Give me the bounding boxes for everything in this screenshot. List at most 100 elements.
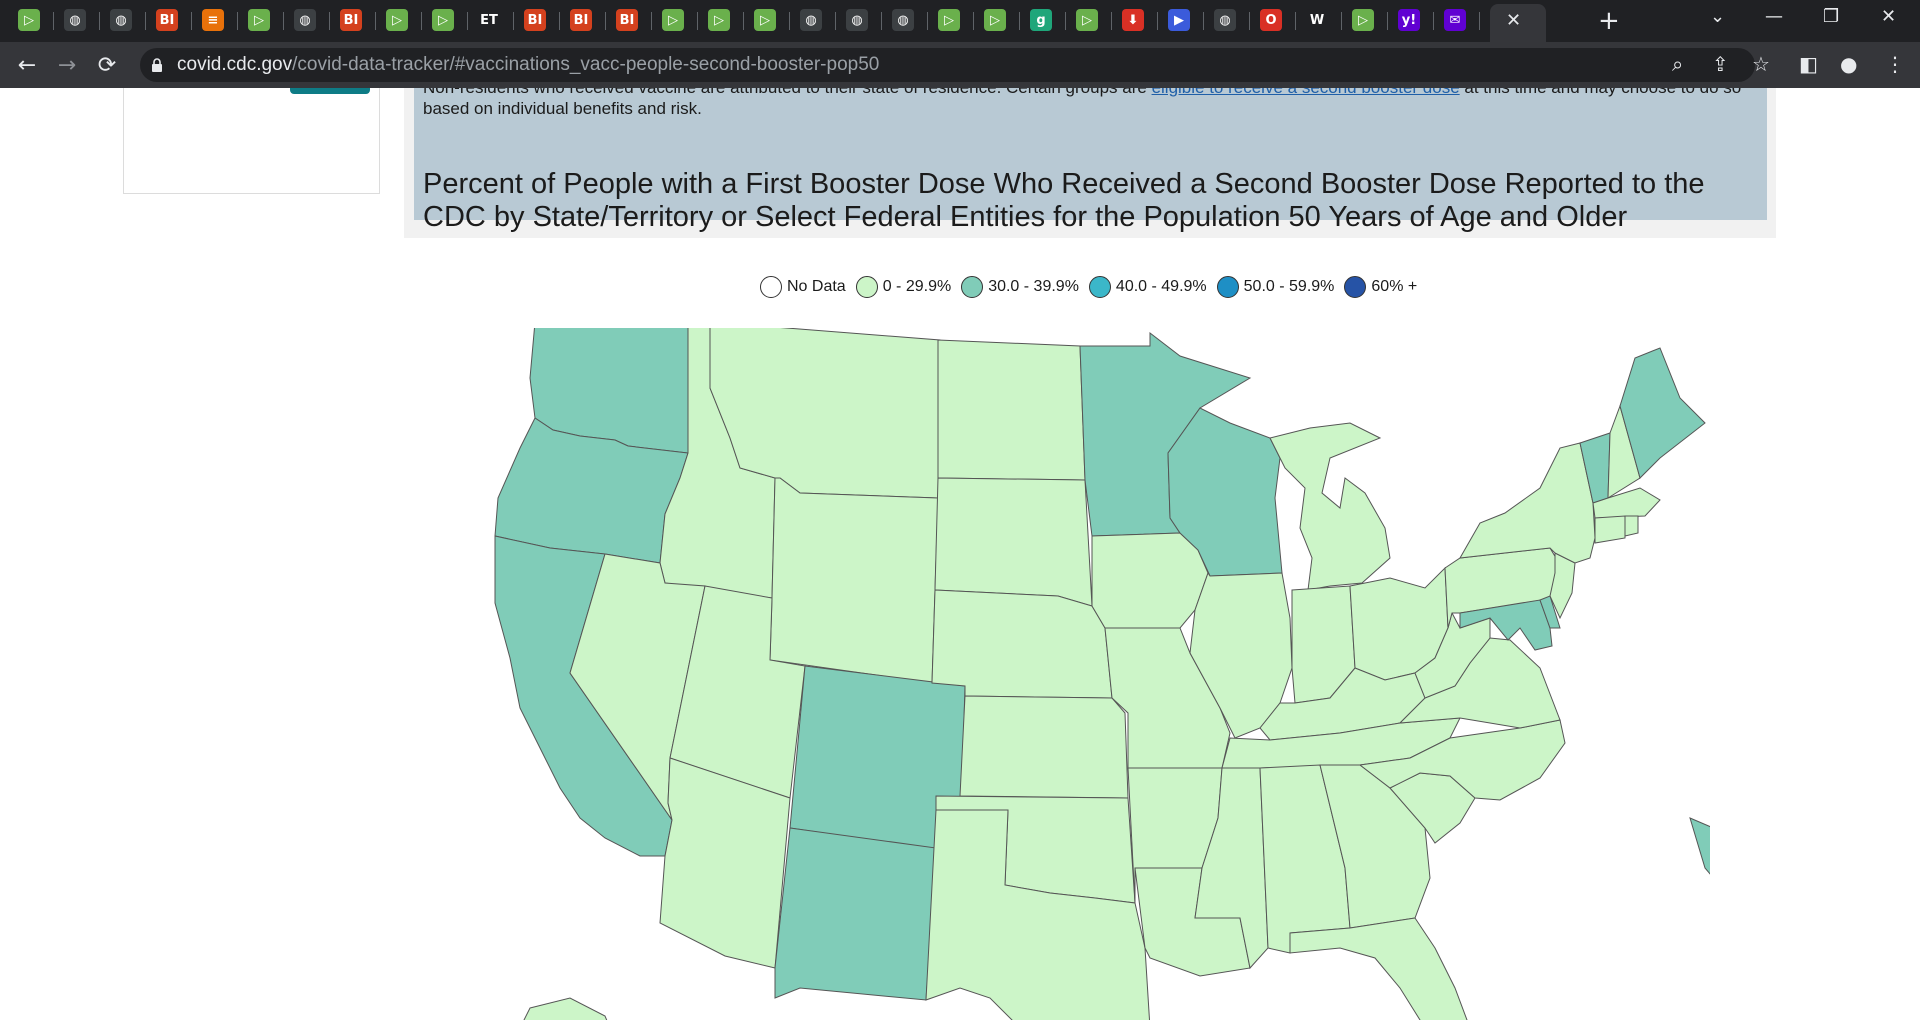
play-icon[interactable]: ▷	[938, 9, 960, 31]
zoom-icon[interactable]: ⌕	[1672, 52, 1683, 76]
state-mi[interactable]	[1269, 422, 1391, 591]
arrow-icon[interactable]: ▶	[1168, 9, 1190, 31]
restore-button[interactable]: ❐	[1823, 6, 1839, 27]
tab-separator	[1479, 12, 1480, 30]
legend-item[interactable]: 50.0 - 59.9%	[1216, 276, 1335, 298]
state-fl[interactable]	[1289, 917, 1470, 1020]
g-icon[interactable]: g	[1030, 9, 1052, 31]
state-nd[interactable]	[937, 339, 1086, 481]
legend-label: No Data	[787, 278, 846, 295]
tab-separator	[973, 12, 974, 30]
bi-icon[interactable]: BI	[524, 9, 546, 31]
tab-separator	[513, 12, 514, 30]
globe-icon[interactable]: ◍	[846, 9, 868, 31]
close-window-button[interactable]: ✕	[1881, 6, 1896, 27]
legend-swatch	[855, 276, 878, 298]
globe-icon[interactable]: ◍	[892, 9, 914, 31]
new-tab-button[interactable]: +	[1598, 6, 1620, 36]
state-ri[interactable]	[1624, 515, 1639, 537]
mail-icon[interactable]: ✉	[1444, 9, 1466, 31]
et-icon[interactable]: ET	[478, 9, 500, 31]
legend-item[interactable]: 60% +	[1344, 276, 1417, 298]
state-ia[interactable]	[1091, 532, 1209, 629]
back-button[interactable]: ←	[12, 50, 42, 80]
state-ak[interactable]	[520, 997, 610, 1020]
globe-icon[interactable]: ◍	[110, 9, 132, 31]
play-icon[interactable]: ▷	[1076, 9, 1098, 31]
chart-title: Percent of People with a First Booster D…	[423, 168, 1705, 233]
forward-button[interactable]: →	[52, 50, 82, 80]
globe-icon[interactable]: ◍	[64, 9, 86, 31]
tab-separator	[697, 12, 698, 30]
state-ct[interactable]	[1594, 515, 1626, 544]
legend-swatch	[1088, 276, 1111, 298]
state-wy[interactable]	[769, 477, 939, 684]
legend-label: 30.0 - 39.9%	[988, 278, 1079, 295]
tab-separator	[237, 12, 238, 30]
download-icon[interactable]: ⬇	[1122, 9, 1144, 31]
side-card-button[interactable]	[290, 88, 370, 94]
bi-icon[interactable]: BI	[340, 9, 362, 31]
globe-icon[interactable]: ◍	[294, 9, 316, 31]
tab-separator	[145, 12, 146, 30]
tab-separator	[605, 12, 606, 30]
play-icon[interactable]: ▷	[754, 9, 776, 31]
us-choropleth-map	[494, 328, 1710, 1020]
legend-item[interactable]: 40.0 - 49.9%	[1088, 276, 1207, 298]
play-icon[interactable]: ▷	[708, 9, 730, 31]
legend-swatch	[760, 276, 782, 298]
page-content: Non-residents who received vaccine are a…	[0, 88, 1920, 1020]
legend-item[interactable]: No Data	[760, 276, 846, 298]
bi-icon[interactable]: BI	[570, 9, 592, 31]
profile-icon[interactable]: ●	[1840, 52, 1857, 76]
tab-separator	[789, 12, 790, 30]
eligibility-link[interactable]: eligible to receive a second booster dos…	[1152, 88, 1460, 97]
state-ks[interactable]	[959, 695, 1129, 799]
side-card	[123, 88, 380, 194]
tab-separator	[927, 12, 928, 30]
globe-icon[interactable]: ◍	[800, 9, 822, 31]
play-icon[interactable]: ▷	[984, 9, 1006, 31]
tab-separator	[1341, 12, 1342, 30]
close-tab-icon[interactable]: ✕	[1506, 10, 1521, 31]
bookmark-icon[interactable]: ≡	[202, 9, 224, 31]
tab-separator	[1433, 12, 1434, 30]
side-panel-icon[interactable]: ◧	[1799, 52, 1818, 76]
url-text[interactable]: covid.cdc.gov/covid-data-tracker/#vaccin…	[177, 54, 879, 76]
tab-separator	[1111, 12, 1112, 30]
legend-label: 50.0 - 59.9%	[1243, 278, 1335, 295]
tab-separator	[743, 12, 744, 30]
tab-separator	[467, 12, 468, 30]
state-ny[interactable]	[1459, 442, 1596, 564]
tab-separator	[881, 12, 882, 30]
minimize-button[interactable]: —	[1765, 6, 1783, 27]
state-nm[interactable]	[774, 827, 937, 1001]
legend-item[interactable]: 0 - 29.9%	[855, 276, 951, 298]
tab-separator	[1203, 12, 1204, 30]
play-icon[interactable]: ▷	[248, 9, 270, 31]
tab-strip: ▷ ◍ ◍ BI ≡ ▷ ◍ BI ▷ ▷ ET BI BI BI ▷ ▷ ▷ ◍ ◍ ◍ ▷ ▷ g ▷ ⬇ ▶ ◍ O W ▷ y! ✉ …	[0, 0, 1920, 42]
bi-icon[interactable]: BI	[156, 9, 178, 31]
menu-icon[interactable]: ⋮	[1885, 52, 1905, 76]
legend-item[interactable]: 30.0 - 39.9%	[961, 276, 1079, 298]
play-icon[interactable]: ▷	[432, 9, 454, 31]
news-icon[interactable]: W	[1306, 9, 1328, 31]
play-icon[interactable]: ▷	[18, 9, 40, 31]
tab-separator	[651, 12, 652, 30]
yahoo-icon[interactable]: y!	[1398, 9, 1420, 31]
state-sd[interactable]	[934, 477, 1093, 607]
tab-search-chevron-icon[interactable]: ⌄	[1710, 6, 1725, 27]
bi-icon[interactable]: BI	[616, 9, 638, 31]
tab-separator	[1295, 12, 1296, 30]
state-ne[interactable]	[931, 589, 1113, 699]
play-icon[interactable]: ▷	[662, 9, 684, 31]
state-hi[interactable]	[1689, 817, 1710, 888]
play-icon[interactable]: ▷	[1352, 9, 1374, 31]
share-icon[interactable]: ⇪	[1712, 52, 1729, 76]
play-icon[interactable]: ▷	[386, 9, 408, 31]
opera-icon[interactable]: O	[1260, 9, 1282, 31]
lock-icon	[152, 58, 162, 72]
reload-button[interactable]: ⟳	[92, 50, 122, 80]
bookmark-star-icon[interactable]: ☆	[1752, 52, 1770, 76]
globe-icon[interactable]: ◍	[1214, 9, 1236, 31]
